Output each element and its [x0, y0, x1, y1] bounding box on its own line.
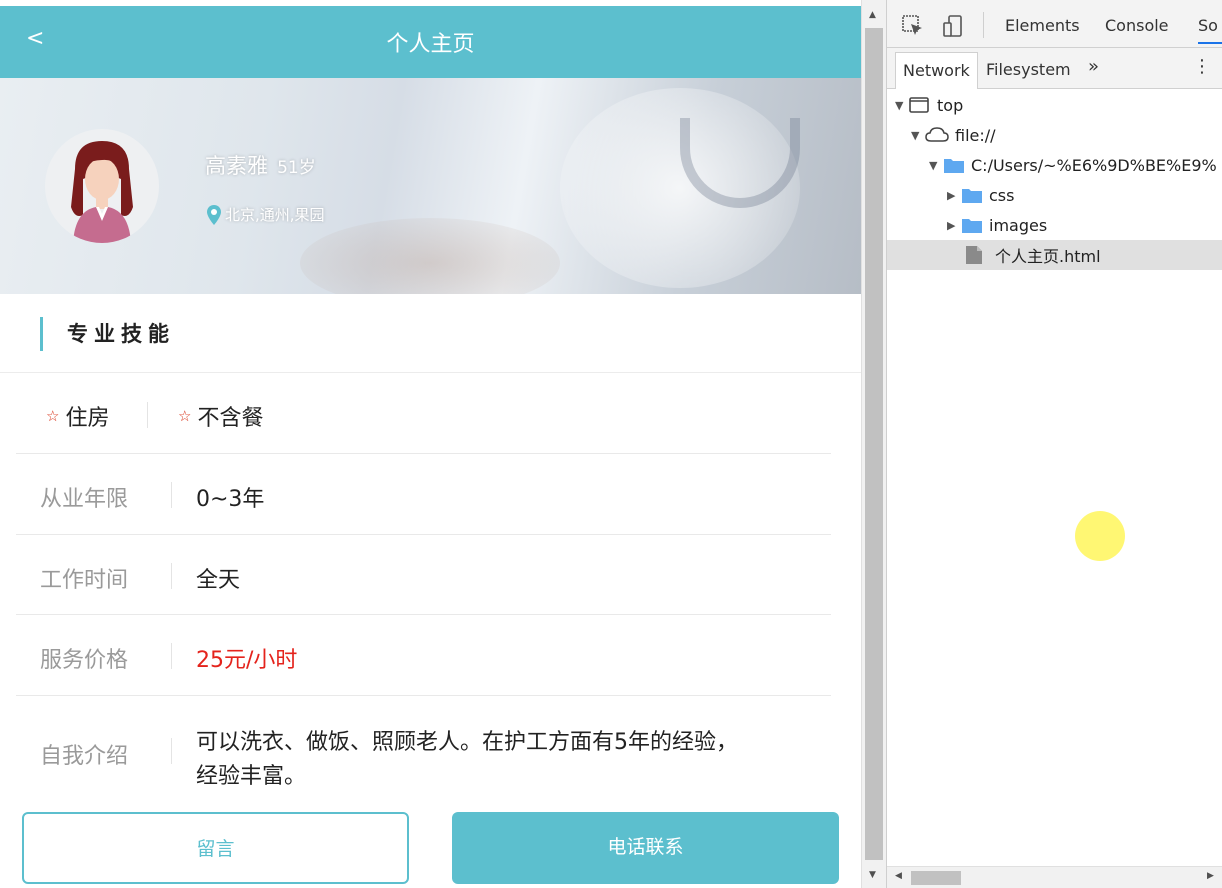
intro-line-2: 经验丰富。 [196, 764, 307, 789]
tree-node-top[interactable]: ▼ top [887, 90, 1222, 120]
tree-label: css [989, 185, 1015, 205]
collapsed-arrow-icon[interactable]: ▶ [947, 189, 961, 202]
scroll-up-icon[interactable]: ▲ [869, 10, 876, 20]
profile-banner: 高素雅 51岁 北京,通州,果园 [0, 78, 861, 294]
divider [171, 563, 172, 589]
tree-label: top [937, 95, 964, 115]
subtab-network[interactable]: Network [895, 52, 978, 89]
divider [171, 482, 172, 508]
scrollbar-thumb[interactable] [911, 871, 961, 885]
tree-node-origin[interactable]: ▼ file:// [887, 120, 1222, 150]
subtab-filesystem[interactable]: Filesystem [979, 52, 1078, 89]
scrollbar-thumb[interactable] [865, 28, 883, 860]
tree-node-folder[interactable]: ▼ C:/Users/~%E6%9D%BE%E9% [887, 150, 1222, 180]
info-label: 工作时间 [40, 568, 129, 593]
devtools-panel: Elements Console So Network Filesystem »… [886, 0, 1222, 888]
tree-node-images[interactable]: ▶ images [887, 210, 1222, 240]
woman-avatar-icon [71, 141, 133, 243]
profile-location-row: 北京,通州,果园 [207, 204, 325, 225]
call-button[interactable]: 电话联系 [452, 812, 839, 884]
app-header: < 个人主页 [0, 6, 861, 78]
sources-subtabs: Network Filesystem » ⋮ [887, 48, 1222, 89]
info-label: 服务价格 [40, 648, 129, 673]
expanded-arrow-icon[interactable]: ▼ [911, 129, 925, 142]
device-toolbar-icon[interactable] [941, 14, 965, 38]
folder-icon [962, 219, 982, 233]
star-icon: ☆ [178, 407, 192, 425]
devtools-toolbar: Elements Console So [887, 0, 1222, 48]
tab-console[interactable]: Console [1105, 16, 1169, 35]
file-icon [966, 246, 982, 264]
location-pin-icon [207, 204, 221, 225]
tab-elements[interactable]: Elements [1005, 16, 1080, 35]
toolbar-separator [983, 12, 984, 38]
folder-icon [962, 189, 982, 203]
skill-tag: ☆ 住房 [46, 400, 109, 432]
message-button[interactable]: 留言 [22, 812, 409, 884]
scroll-right-icon[interactable]: ▶ [1207, 871, 1214, 881]
skill-tags: ☆ 住房 ☆ 不含餐 [16, 374, 831, 454]
inspect-icon[interactable] [901, 14, 925, 38]
tab-sources[interactable]: So [1198, 16, 1222, 44]
profile-age: 51岁 [277, 158, 316, 178]
info-value: 全天 [196, 568, 241, 593]
section-title: 专业技能 [40, 317, 175, 351]
divider [171, 643, 172, 669]
info-row-experience: 从业年限 0~3年 [16, 454, 831, 535]
more-tabs-icon[interactable]: » [1088, 56, 1099, 77]
collapsed-arrow-icon[interactable]: ▶ [947, 219, 961, 232]
page-title: 个人主页 [386, 32, 475, 57]
expanded-arrow-icon[interactable]: ▼ [929, 159, 943, 172]
skill-tag-label: 不含餐 [197, 406, 264, 431]
tree-node-file[interactable]: 个人主页.html [887, 240, 1222, 270]
tree-node-css[interactable]: ▶ css [887, 180, 1222, 210]
info-row-work-time: 工作时间 全天 [16, 535, 831, 615]
profile-name-row: 高素雅 51岁 [205, 150, 316, 180]
page-scrollbar[interactable]: ▲ ▼ [861, 0, 886, 888]
divider [0, 372, 861, 373]
avatar [45, 129, 159, 243]
menu-icon[interactable]: ⋮ [1193, 56, 1211, 77]
divider [171, 738, 172, 764]
info-row-price: 服务价格 25元/小时 [16, 615, 831, 696]
devtools-hscrollbar[interactable]: ◀ ▶ [887, 866, 1222, 888]
price-value: 25元/小时 [196, 648, 298, 673]
divider [147, 402, 148, 428]
star-icon: ☆ [46, 407, 60, 425]
profile-location: 北京,通州,果园 [225, 206, 325, 224]
page-viewport: < 个人主页 高素雅 51岁 北京,通州,果园 专业技能 ☆ 住房 ☆ 不含餐 … [0, 0, 861, 888]
expanded-arrow-icon[interactable]: ▼ [895, 99, 909, 112]
cursor-highlight [1075, 511, 1125, 561]
info-label: 自我介绍 [40, 744, 129, 769]
info-value: 0~3年 [196, 487, 265, 512]
banner-shadow [300, 218, 560, 294]
skill-tag: ☆ 不含餐 [178, 400, 263, 432]
info-label: 从业年限 [40, 487, 129, 512]
info-row-intro: 自我介绍 可以洗衣、做饭、照顾老人。在护工方面有5年的经验， 经验丰富。 [16, 696, 831, 806]
scroll-down-icon[interactable]: ▼ [869, 870, 876, 880]
tree-label: images [989, 215, 1048, 235]
intro-line-1: 可以洗衣、做饭、照顾老人。在护工方面有5年的经验， [196, 730, 738, 755]
scroll-left-icon[interactable]: ◀ [895, 871, 902, 881]
skill-tag-label: 住房 [65, 406, 110, 431]
folder-icon [944, 159, 964, 173]
cloud-icon [925, 127, 949, 142]
profile-name: 高素雅 [205, 154, 268, 178]
tree-label: 个人主页.html [995, 247, 1101, 266]
tree-label: C:/Users/~%E6%9D%BE%E9% [971, 155, 1217, 175]
tree-label: file:// [955, 125, 996, 145]
frame-icon [909, 97, 929, 113]
